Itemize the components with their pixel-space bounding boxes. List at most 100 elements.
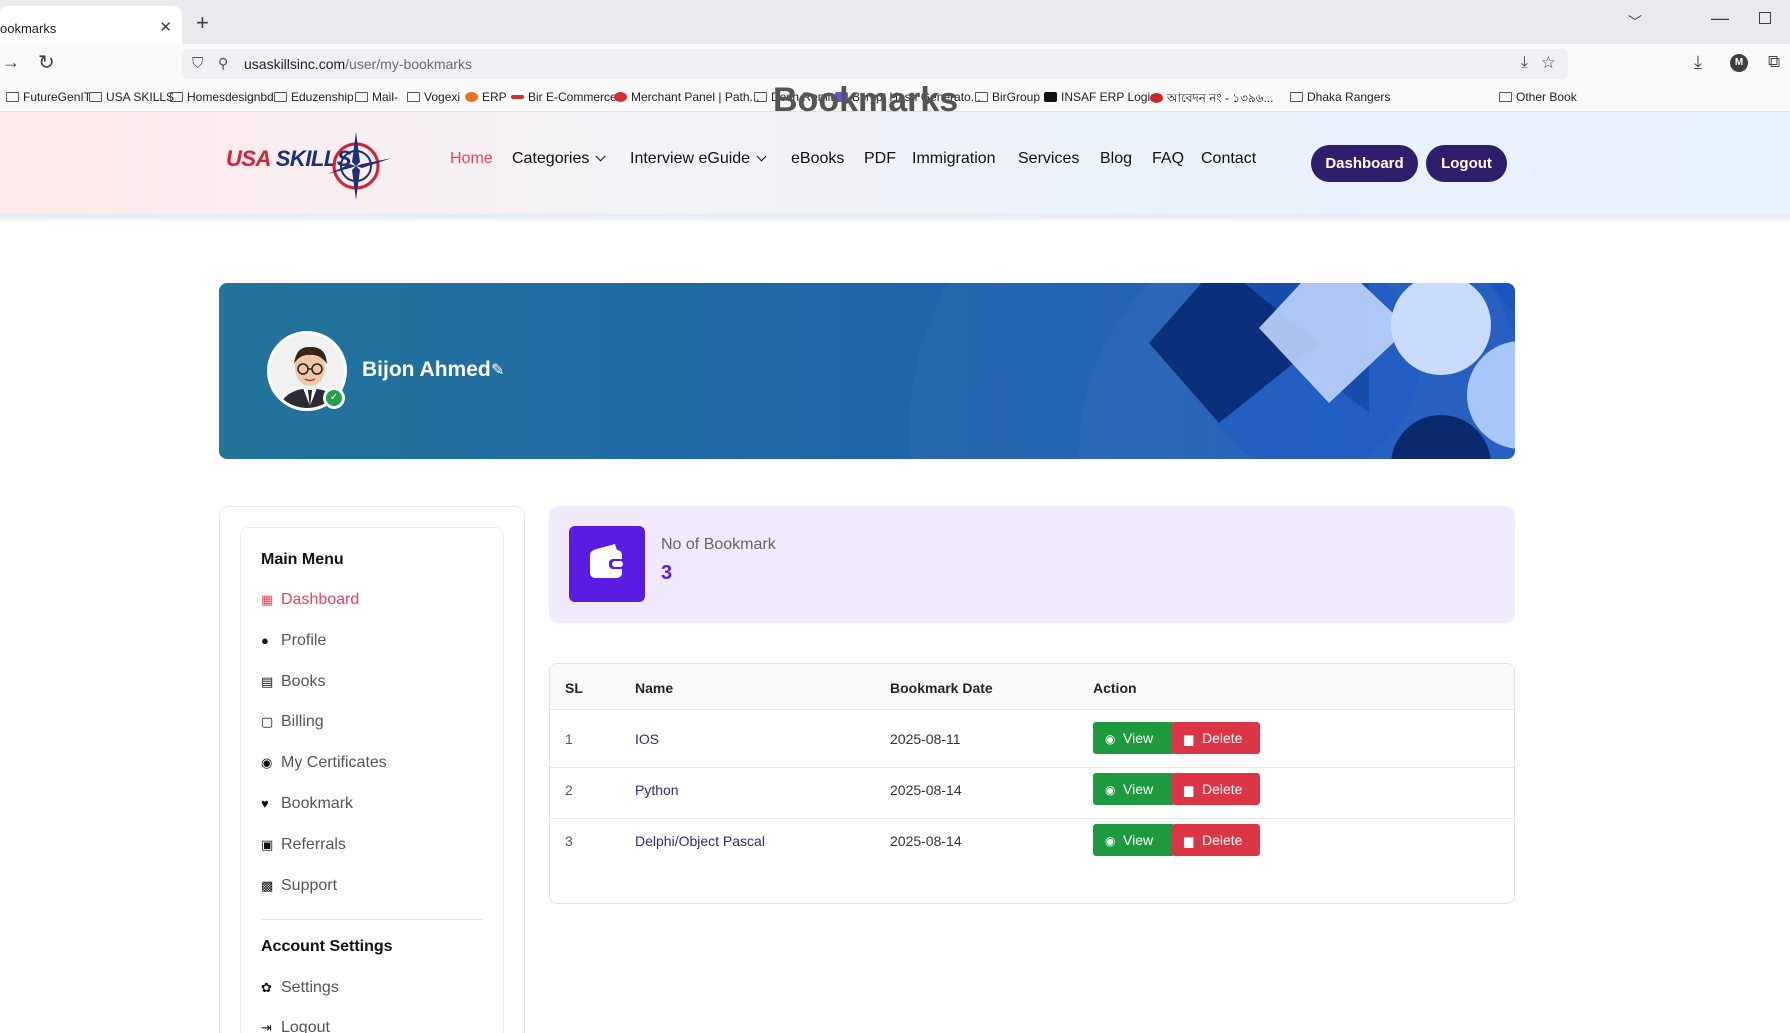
bookmark-item[interactable]: Dhaka Rangers	[1290, 90, 1390, 104]
restore-icon[interactable]	[1759, 12, 1771, 24]
bookmark-item[interactable]: Vogexi	[407, 90, 460, 104]
bookmark-item[interactable]: FutureGenIT	[6, 90, 91, 104]
sidebar-item-profile[interactable]: ● Profile	[261, 632, 326, 650]
stat-label: No of Bookmark	[661, 536, 776, 553]
nav-interview-eguide-label: Interview eGuide	[630, 150, 751, 167]
url-path: /user/my-bookmarks	[345, 56, 472, 72]
edit-icon[interactable]: ✎	[491, 360, 504, 380]
browser-tab[interactable]: ookmarks ✕	[0, 6, 182, 44]
nav-immigration[interactable]: Immigration	[912, 150, 996, 168]
bookmark-item[interactable]: আবেদন নং - ১৩৯৬...	[1150, 90, 1273, 110]
folder-icon	[407, 92, 420, 102]
bookmark-item[interactable]: Other Book	[1499, 90, 1577, 104]
sidebar-item-books[interactable]: ▤ Books	[261, 673, 325, 691]
erp-icon	[465, 92, 478, 102]
bookmark-item[interactable]: Homesdesignbd	[170, 90, 274, 104]
trash-icon: ▆	[1184, 732, 1194, 746]
chevron-down-icon	[756, 151, 767, 162]
minimize-icon[interactable]: —	[1711, 8, 1729, 29]
sidebar-item-referrals[interactable]: ▣ Referrals	[261, 836, 346, 854]
trash-icon: ▆	[1184, 783, 1194, 797]
delete-button[interactable]: ▆ Delete	[1172, 722, 1260, 754]
profile-banner: ✓ Bijon Ahmed ✎	[219, 283, 1515, 459]
sidebar-item-label: Referrals	[281, 836, 346, 853]
folder-icon	[754, 92, 767, 102]
dashboard-button[interactable]: Dashboard	[1311, 145, 1418, 182]
folder-icon	[1290, 92, 1303, 102]
nav-ebooks[interactable]: eBooks	[791, 150, 844, 168]
bookmark-item[interactable]: INSAF ERP Login	[1044, 90, 1157, 104]
mail-icon	[355, 92, 368, 102]
cell-name[interactable]: Delphi/Object Pascal	[635, 833, 765, 849]
sidebar-item-billing[interactable]: ▢ Billing	[261, 713, 324, 731]
extensions-icon[interactable]: ⧉	[1768, 52, 1780, 72]
browser-toolbar: → ↻ ⛉ ⚲ usaskillsinc.com/user/my-bookmar…	[0, 44, 1790, 84]
bookmark-count-card: No of Bookmark 3	[549, 506, 1515, 623]
trash-icon: ▆	[1184, 834, 1194, 848]
reload-icon[interactable]: ↻	[38, 50, 55, 75]
nav-blog[interactable]: Blog	[1100, 150, 1132, 168]
sidebar-item-support[interactable]: ▩ Support	[261, 877, 337, 895]
url-text[interactable]: usaskillsinc.com/user/my-bookmarks	[244, 56, 472, 72]
download-icon[interactable]: ⤓	[1694, 52, 1702, 73]
folder-icon	[89, 92, 102, 102]
cell-date: 2025-08-14	[890, 782, 962, 798]
sidebar-item-dashboard[interactable]: ▦ Dashboard	[261, 591, 359, 609]
bookmark-item[interactable]: Bir E-Commerce	[511, 90, 617, 104]
close-tab-icon[interactable]: ✕	[159, 18, 172, 36]
gear-icon: ✿	[261, 980, 272, 995]
star-icon[interactable]: ☆	[1541, 53, 1556, 73]
sidebar-item-bookmark[interactable]: ♥ Bookmark	[261, 795, 353, 813]
bookmark-item[interactable]: Merchant Panel | Path...	[614, 90, 760, 104]
page-title-ghost: Bookmarks	[773, 86, 959, 119]
chevron-down-icon[interactable]: ﹀	[1628, 12, 1642, 32]
folder-icon	[6, 92, 19, 102]
nav-home[interactable]: Home	[450, 150, 493, 168]
delete-button[interactable]: ▆ Delete	[1172, 773, 1260, 805]
new-tab-icon[interactable]: +	[196, 10, 209, 36]
bookmark-item[interactable]: Mail-	[355, 90, 398, 104]
sidebar-item-logout[interactable]: ⇥ Logout	[261, 1019, 330, 1033]
browser-tabstrip: ookmarks ✕ + ﹀ —	[0, 0, 1790, 44]
verified-badge: ✓	[323, 387, 345, 409]
pathao-icon	[614, 92, 627, 102]
address-bar[interactable]: ⛉ ⚲ usaskillsinc.com/user/my-bookmarks ⤓…	[182, 49, 1568, 79]
forward-icon[interactable]: →	[2, 52, 20, 73]
folder-icon	[170, 92, 183, 102]
logout-button[interactable]: Logout	[1426, 145, 1507, 182]
bookmark-item[interactable]: ERP	[465, 90, 507, 104]
delete-button[interactable]: ▆ Delete	[1172, 824, 1260, 856]
sidebar-item-settings[interactable]: ✿ Settings	[261, 979, 339, 997]
save-page-icon[interactable]: ⤓	[1521, 54, 1528, 72]
site-settings-icon[interactable]: ⚲	[218, 55, 228, 72]
cell-name[interactable]: IOS	[635, 731, 659, 747]
sidebar-item-my-certificates[interactable]: ◉ My Certificates	[261, 754, 387, 772]
bookmark-item[interactable]: BirGroup	[975, 90, 1040, 104]
nav-contact[interactable]: Contact	[1201, 150, 1256, 168]
sidebar-item-label: Logout	[281, 1019, 330, 1033]
certificate-icon: ◉	[261, 755, 273, 770]
account-avatar[interactable]: M	[1730, 54, 1748, 72]
stat-value: 3	[661, 562, 673, 584]
header-shadow	[0, 214, 1790, 222]
dashboard-icon: ▦	[261, 592, 274, 607]
nav-faq[interactable]: FAQ	[1152, 150, 1184, 168]
view-button[interactable]: ◉ View	[1093, 722, 1175, 754]
compass-icon	[328, 132, 392, 200]
site-logo[interactable]: USA SKILLS	[226, 128, 396, 204]
eye-icon: ◉	[1105, 834, 1116, 848]
nav-pdf[interactable]: PDF	[864, 150, 896, 168]
nav-services[interactable]: Services	[1018, 150, 1079, 168]
eye-icon: ◉	[1105, 783, 1116, 797]
nav-interview-eguide[interactable]: Interview eGuide	[630, 150, 767, 168]
view-button[interactable]: ◉ View	[1093, 773, 1175, 805]
bookmark-item[interactable]: Eduzenship	[274, 90, 354, 104]
nav-categories[interactable]: Categories	[512, 150, 606, 168]
shield-icon[interactable]: ⛉	[192, 55, 203, 72]
column-header-date: Bookmark Date	[890, 680, 993, 696]
bookmark-item[interactable]: USA SKILLS	[89, 90, 174, 104]
cell-sl: 2	[565, 782, 573, 798]
cell-name[interactable]: Python	[635, 782, 679, 798]
support-icon: ▩	[261, 878, 274, 893]
view-button[interactable]: ◉ View	[1093, 824, 1175, 856]
